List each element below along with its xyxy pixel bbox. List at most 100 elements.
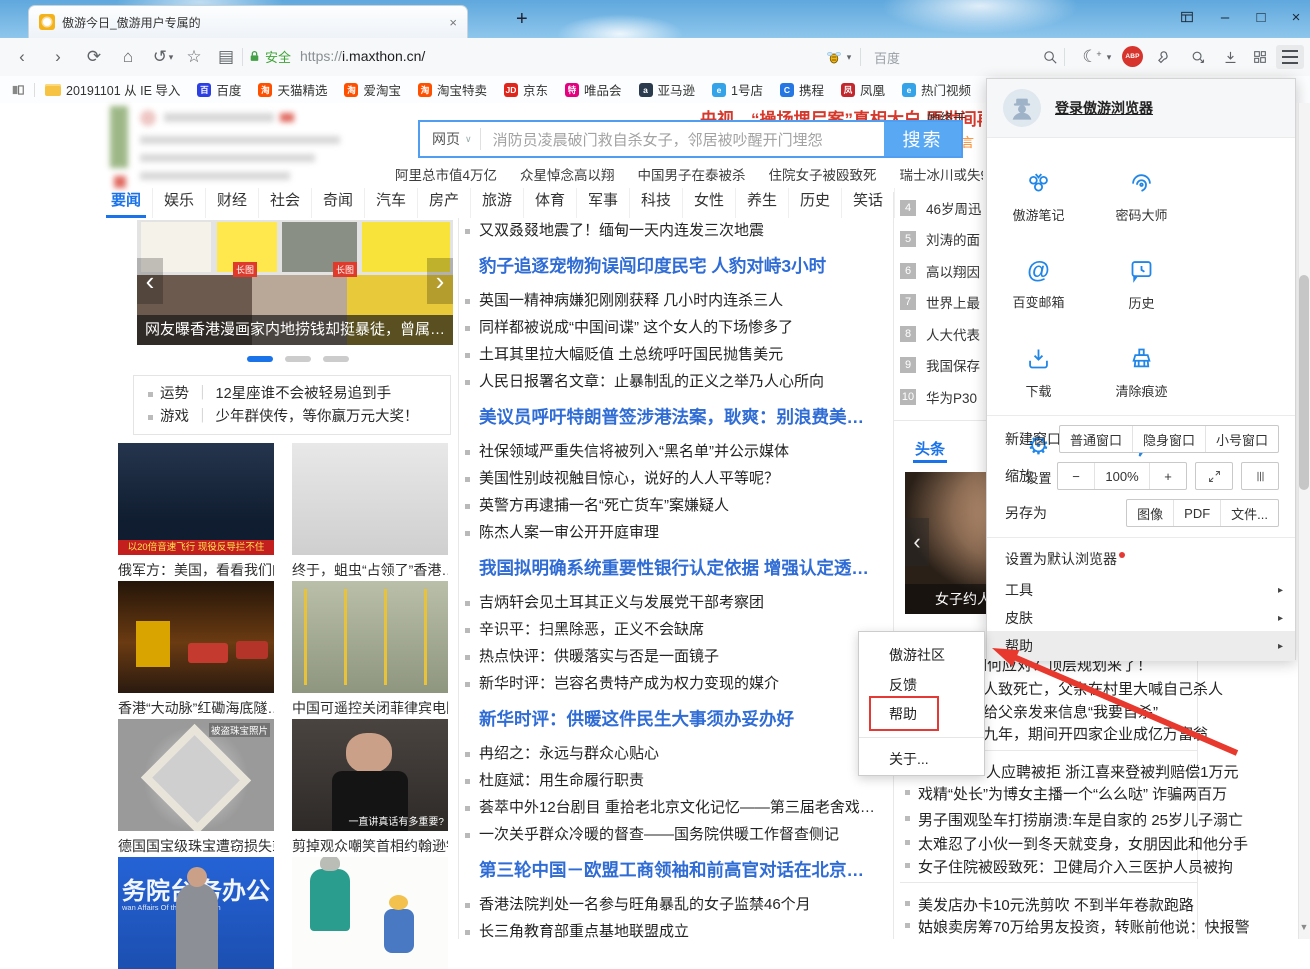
category-tab[interactable]: 社会: [259, 188, 312, 218]
headline-link[interactable]: 第三轮中国－欧盟工商领袖和前高官对话在北京…: [462, 858, 886, 882]
headline-link[interactable]: 香港法院判处一名参与旺角暴乱的女子监禁46个月: [462, 895, 886, 915]
page-scrollbar-thumb[interactable]: [1299, 275, 1309, 490]
menu-password-master[interactable]: 密码大师: [1090, 152, 1193, 240]
hot-word-link[interactable]: 瑞士冰川或失90%: [900, 164, 983, 184]
page-scrollbar-track[interactable]: [1298, 103, 1310, 939]
submenu-about-item[interactable]: 关于...: [889, 749, 929, 769]
news-item[interactable]: 男子围观坠车打捞崩溃:车是自家的 25岁儿子溺亡: [905, 809, 1243, 830]
news-carousel[interactable]: 长图 长图 ‹ › 网友曝香港漫画家内地捞钱却挺暴徒，曾属…: [137, 220, 453, 345]
back-icon[interactable]: ‹: [10, 45, 34, 69]
bookmark-item[interactable]: e 热门视频: [902, 80, 971, 99]
set-default-browser-item[interactable]: 设置为默认浏览器: [987, 545, 1295, 573]
headline-link[interactable]: 美国性别歧视触目惊心，说好的人人平等呢？: [462, 469, 886, 489]
news-item[interactable]: 人应聘被拒 浙江喜来登被判赔偿1万元: [986, 761, 1239, 782]
carousel-dot[interactable]: [285, 356, 311, 362]
photo-caption[interactable]: 德国国宝级珠宝遭窃损失或…: [118, 836, 274, 856]
window-minimize-button[interactable]: –: [1212, 9, 1238, 26]
zoom-in-button[interactable]: +: [1150, 463, 1186, 489]
news-item[interactable]: 逃九年，期间开四家企业成亿万富翁: [968, 723, 1208, 744]
bookmark-item[interactable]: 淘 天猫精选: [258, 80, 327, 99]
headline-link[interactable]: 社保领域严重失信将被列入“黑名单”并公示媒体: [462, 442, 886, 462]
carousel-caption[interactable]: 网友曝香港漫画家内地捞钱却挺暴徒，曾属…: [137, 315, 453, 345]
menu-magic-mail[interactable]: @ 百变邮箱: [987, 240, 1090, 328]
favorite-star-icon[interactable]: ☆: [182, 45, 206, 69]
photo-card[interactable]: 香港“大动脉”红磡海底隧…: [118, 581, 274, 718]
headline-link[interactable]: 长三角教育部重点基地联盟成立: [462, 922, 886, 939]
photo-card[interactable]: [292, 857, 448, 969]
headline-link[interactable]: 又双叒叕地震了！缅甸一天内连发三次地震: [462, 221, 886, 241]
photo-card[interactable]: 被盗珠宝照片 德国国宝级珠宝遭窃损失或…: [118, 719, 274, 856]
news-item[interactable]: 美发店办卡10元洗剪吹 不到半年卷款跑路: [905, 894, 1194, 915]
category-tab[interactable]: 要闻: [100, 188, 153, 218]
save-pdf-button[interactable]: PDF: [1174, 500, 1221, 526]
photo-caption[interactable]: 终于，蛆虫“占领了”香港…: [292, 560, 448, 580]
quick-search-input[interactable]: 百度: [874, 48, 900, 67]
search-button[interactable]: 搜索: [884, 122, 961, 156]
normal-window-button[interactable]: 普通窗口: [1060, 426, 1133, 452]
hot-word-link[interactable]: 众星悼念高以翔: [520, 164, 615, 184]
window-tiles-icon[interactable]: [1174, 9, 1200, 29]
photo-card[interactable]: 务院台 务办公 wan Affairs Of the State Coun: [118, 857, 274, 969]
headline-link[interactable]: 一次关乎群众冷暖的督查——国务院供暖工作督查侧记: [462, 825, 886, 845]
apps-grid-icon[interactable]: [1248, 45, 1272, 69]
headline-link[interactable]: 同样都被说成“中国间谍” 这个女人的下场惨多了: [462, 318, 886, 338]
headline-link[interactable]: 土耳其里拉大幅贬值 土总统呼吁国民抛售美元: [462, 345, 886, 365]
submenu-community-item[interactable]: 傲游社区: [889, 645, 945, 665]
menu-maxnote[interactable]: 傲游笔记: [987, 152, 1090, 240]
bookmark-item[interactable]: JD 京东: [504, 80, 548, 99]
headline-link[interactable]: 冉绍之：永远与群众心贴心: [462, 744, 886, 764]
site-security[interactable]: 安全: [248, 47, 291, 66]
news-item[interactable]: 戏精“处长”为博女主播一个“么么哒” 诈骗两百万: [905, 783, 1227, 804]
tab-close-icon[interactable]: ×: [449, 15, 457, 30]
news-item[interactable]: 太难忍了小伙一到冬天就变身，女朋因此和他分手: [905, 833, 1248, 854]
new-tab-button[interactable]: +: [516, 8, 528, 30]
home-icon[interactable]: ⌂: [116, 45, 140, 69]
fullscreen-button[interactable]: [1195, 462, 1233, 490]
bookmark-item[interactable]: a 亚马逊: [639, 80, 696, 99]
news-item[interactable]: 夜给父亲发来信息“我要自杀”: [968, 701, 1158, 722]
bee-caret-icon[interactable]: ▾: [844, 45, 854, 69]
search-input[interactable]: 消防员凌晨破门救自杀女子，邻居被吵醒开门埋怨: [493, 129, 884, 150]
refresh-icon[interactable]: ⟳: [82, 45, 106, 69]
news-item[interactable]: 女子住院被殴致死：卫健局介入三医护人员被拘: [905, 856, 1233, 877]
hot-word-link[interactable]: 中国男子在泰被杀: [638, 164, 746, 184]
scrollbar-down-arrow-icon[interactable]: ▼: [1298, 922, 1310, 932]
hot-word-link[interactable]: 住院女子被殴致死: [769, 164, 877, 184]
category-tab[interactable]: 财经: [206, 188, 259, 218]
bookmark-item[interactable]: C 携程: [780, 80, 824, 99]
headline-link[interactable]: 新华时评：岂容名贵特产成为权力变现的媒介: [462, 674, 886, 694]
window-close-button[interactable]: ×: [1283, 9, 1309, 26]
headline-link[interactable]: 我国拟明确系统重要性银行认定依据 增强认定透…: [462, 556, 886, 580]
headline-link[interactable]: 陈杰人案一审公开开庭审理: [462, 523, 886, 543]
bookmark-item[interactable]: 百 百度: [197, 80, 241, 99]
tools-menu-item[interactable]: 工具 ▸: [987, 576, 1295, 604]
category-tab[interactable]: 汽车: [365, 188, 418, 218]
search-icon[interactable]: [1038, 45, 1062, 69]
headline-link[interactable]: 豹子追逐宠物狗误闯印度民宅 人豹对峙3小时: [462, 254, 886, 278]
skin-menu-item[interactable]: 皮肤 ▸: [987, 604, 1295, 632]
menu-history[interactable]: 历史: [1090, 240, 1193, 328]
save-file-button[interactable]: 文件...: [1221, 500, 1278, 526]
category-tab[interactable]: 娱乐: [153, 188, 206, 218]
wrench-fix-icon[interactable]: [1152, 45, 1176, 69]
photo-caption[interactable]: 香港“大动脉”红磡海底隧…: [118, 698, 274, 718]
carousel-dot-active[interactable]: [247, 356, 273, 362]
bookmark-item[interactable]: 特 唯品会: [565, 80, 622, 99]
zoom-out-button[interactable]: −: [1058, 463, 1095, 489]
headline-link[interactable]: 热点快评：供暖落实与否是一面镜子: [462, 647, 886, 667]
quick-link-item[interactable]: 运势｜12星座谁不会被轻易追到手: [148, 383, 450, 406]
news-item[interactable]: 姑娘卖房筹70万给男友投资，转账前他说：快报警: [905, 916, 1250, 937]
photo-card[interactable]: 中国可遥控关闭菲律宾电网…: [292, 581, 448, 718]
headline-link[interactable]: 杜庭斌：用生命履行职责: [462, 771, 886, 791]
photo-caption[interactable]: 剪掉观众嘲笑首相约翰逊镜…: [292, 836, 448, 856]
main-menu-hamburger-icon[interactable]: [1276, 45, 1304, 69]
menu-clear-traces[interactable]: 清除痕迹: [1090, 328, 1193, 416]
night-mode-caret-icon[interactable]: ▾: [1104, 45, 1114, 69]
category-tab[interactable]: 奇闻: [312, 188, 365, 218]
headline-link[interactable]: 辛识平：扫黑除恶，正义不会缺席: [462, 620, 886, 640]
bee-passkeeper-icon[interactable]: [822, 45, 846, 69]
bookmark-item[interactable]: 淘 淘宝特卖: [418, 80, 487, 99]
photo-caption[interactable]: 俄军方：美国，看看我们的…: [118, 560, 274, 580]
submenu-feedback-item[interactable]: 反馈: [889, 675, 917, 695]
reading-list-icon[interactable]: ▤: [214, 45, 238, 69]
